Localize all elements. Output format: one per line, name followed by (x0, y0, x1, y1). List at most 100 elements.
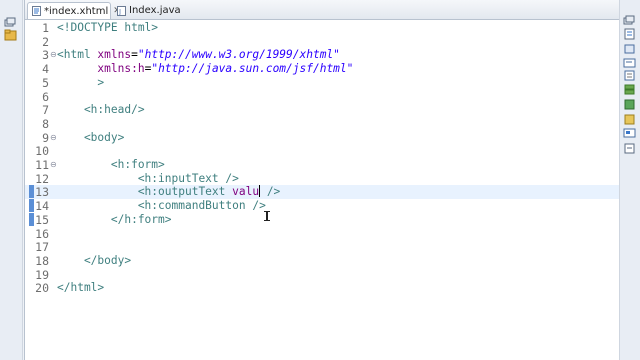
restore-icon[interactable] (4, 12, 18, 27)
code-token-attr: xmlns:h (97, 62, 145, 76)
fold-toggle-icon[interactable]: ⊖ (50, 51, 57, 59)
code-text: <body> (57, 131, 124, 145)
code-line[interactable]: 7 <h:head/> (25, 103, 619, 117)
code-line[interactable]: 18 </body> (25, 254, 619, 268)
code-text: <!DOCTYPE html> (57, 21, 158, 35)
code-line[interactable]: 5 > (25, 76, 619, 90)
code-text: </h:form> (57, 213, 172, 227)
package-explorer-icon[interactable] (4, 26, 18, 41)
tab-label: Index.java (129, 5, 181, 16)
code-line[interactable]: 10 (25, 144, 619, 158)
code-line[interactable]: 11 ⊖ <h:form> (25, 158, 619, 172)
code-text: </body> (57, 254, 131, 268)
line-number: 18 (35, 253, 49, 268)
code-token-tag: /> (260, 185, 281, 199)
editor-pane: *index.xhtml ✕ J Index.java 1 <!DOCTYPE h… (24, 0, 620, 360)
line-number: 15 (35, 212, 49, 227)
code-token-tag: <html (57, 48, 98, 62)
line-number: 17 (35, 240, 49, 255)
code-text: <h:form> (57, 158, 165, 172)
code-token-tag: <h:commandButton /> (57, 199, 266, 213)
code-text: <h:commandButton /> (57, 199, 266, 213)
code-line[interactable]: 14 <h:commandButton /> (25, 199, 619, 213)
code-line[interactable]: 9 ⊖ <body> (25, 131, 619, 145)
code-token-tag: > (57, 75, 105, 89)
line-number: 12 (35, 171, 49, 186)
code-line[interactable]: 15 </h:form> (25, 212, 619, 227)
tab-index-java[interactable]: J Index.java (113, 2, 183, 19)
code-text: <h:outputText valu /> (57, 185, 280, 199)
properties-icon[interactable] (623, 67, 636, 81)
code-line[interactable]: 4 xmlns:h="http://java.sun.com/jsf/html" (25, 62, 619, 76)
code-line[interactable]: 13 <h:outputText valu /> (25, 185, 619, 200)
markers-icon[interactable] (623, 140, 636, 154)
code-text: <h:inputText /> (57, 172, 239, 186)
code-token-tag: <body> (57, 130, 125, 144)
line-number: 4 (42, 62, 49, 77)
line-number: 1 (42, 21, 49, 35)
code-token-tag: </html> (57, 281, 105, 295)
code-token-tag: <h:outputText (57, 185, 233, 199)
code-token-tag: <h:head/> (57, 103, 145, 117)
code-line[interactable]: 16 (25, 227, 619, 241)
right-trim-bar (619, 0, 640, 360)
line-number: 20 (35, 281, 49, 296)
svg-text:J: J (118, 8, 121, 16)
outline-icon[interactable] (623, 26, 636, 40)
code-line[interactable]: 20 </html> (25, 281, 619, 295)
code-text: <h:head/> (57, 103, 145, 117)
line-number: 13 (35, 185, 49, 200)
code-token-tag: <h:inputText /> (57, 171, 239, 185)
code-token-attr: valu (232, 185, 260, 199)
code-token-tag: </body> (57, 253, 132, 267)
line-number: 6 (42, 89, 49, 104)
code-token-attr: xmlns (97, 48, 132, 62)
code-text: > (57, 76, 104, 90)
code-line[interactable]: 19 (25, 268, 619, 282)
line-number: 10 (35, 144, 49, 159)
line-number: 7 (42, 103, 49, 118)
fold-toggle-icon[interactable]: ⊖ (50, 161, 57, 169)
palette-icon[interactable] (623, 125, 636, 138)
line-number: 9 (42, 130, 49, 145)
xhtml-file-icon (32, 6, 41, 16)
servers-icon[interactable] (623, 82, 636, 95)
code-line[interactable]: 2 (25, 35, 619, 49)
code-line[interactable]: 1 <!DOCTYPE html> (25, 21, 619, 35)
code-token-tag: <h:form> (57, 158, 165, 171)
task-list-icon[interactable] (623, 41, 636, 54)
line-number: 14 (35, 199, 49, 214)
code-text: <html xmlns="http://www.w3.org/1999/xhtm… (57, 48, 340, 62)
tab-label: *index.xhtml (44, 5, 109, 17)
left-trim-bar (0, 0, 23, 360)
code-text: </html> (57, 281, 104, 295)
line-number: 2 (42, 34, 49, 49)
code-editor[interactable]: 1 <!DOCTYPE html> 2 3 ⊖ <html xmlns="http://w… (25, 20, 619, 360)
line-number: 16 (35, 226, 49, 241)
snippets-icon[interactable] (623, 111, 636, 125)
line-number: 19 (35, 267, 49, 282)
code-line[interactable]: 3 ⊖ <html xmlns="http://www.w3.org/1999/xh… (25, 48, 619, 62)
line-number: 5 (42, 75, 49, 90)
code-token-tag: </h:form> (57, 212, 172, 226)
code-line[interactable]: 12 <h:inputText /> (25, 172, 619, 186)
tab-index-xhtml[interactable]: *index.xhtml ✕ (27, 2, 121, 19)
code-token-tag: <!DOCTYPE html> (57, 21, 159, 34)
line-number: 8 (42, 116, 49, 131)
line-number: 3 (42, 48, 49, 63)
code-line[interactable]: 17 (25, 240, 619, 254)
editor-tab-bar: *index.xhtml ✕ J Index.java (25, 0, 619, 20)
restore-icon[interactable] (623, 12, 636, 25)
fold-toggle-icon[interactable]: ⊖ (50, 133, 57, 141)
code-token-str: "http://www.w3.org/1999/xhtml" (137, 48, 340, 62)
java-file-icon: J (117, 5, 126, 16)
code-line[interactable]: 8 (25, 117, 619, 131)
code-line[interactable]: 6 (25, 90, 619, 104)
mouse-cursor (264, 211, 270, 221)
code-token-plain: = (131, 48, 138, 62)
line-number: 11 (35, 158, 49, 172)
code-token-str: "http://java.sun.com/jsf/html" (151, 62, 354, 76)
data-source-icon[interactable] (623, 96, 636, 110)
code-text: xmlns:h="http://java.sun.com/jsf/html" (57, 62, 353, 76)
